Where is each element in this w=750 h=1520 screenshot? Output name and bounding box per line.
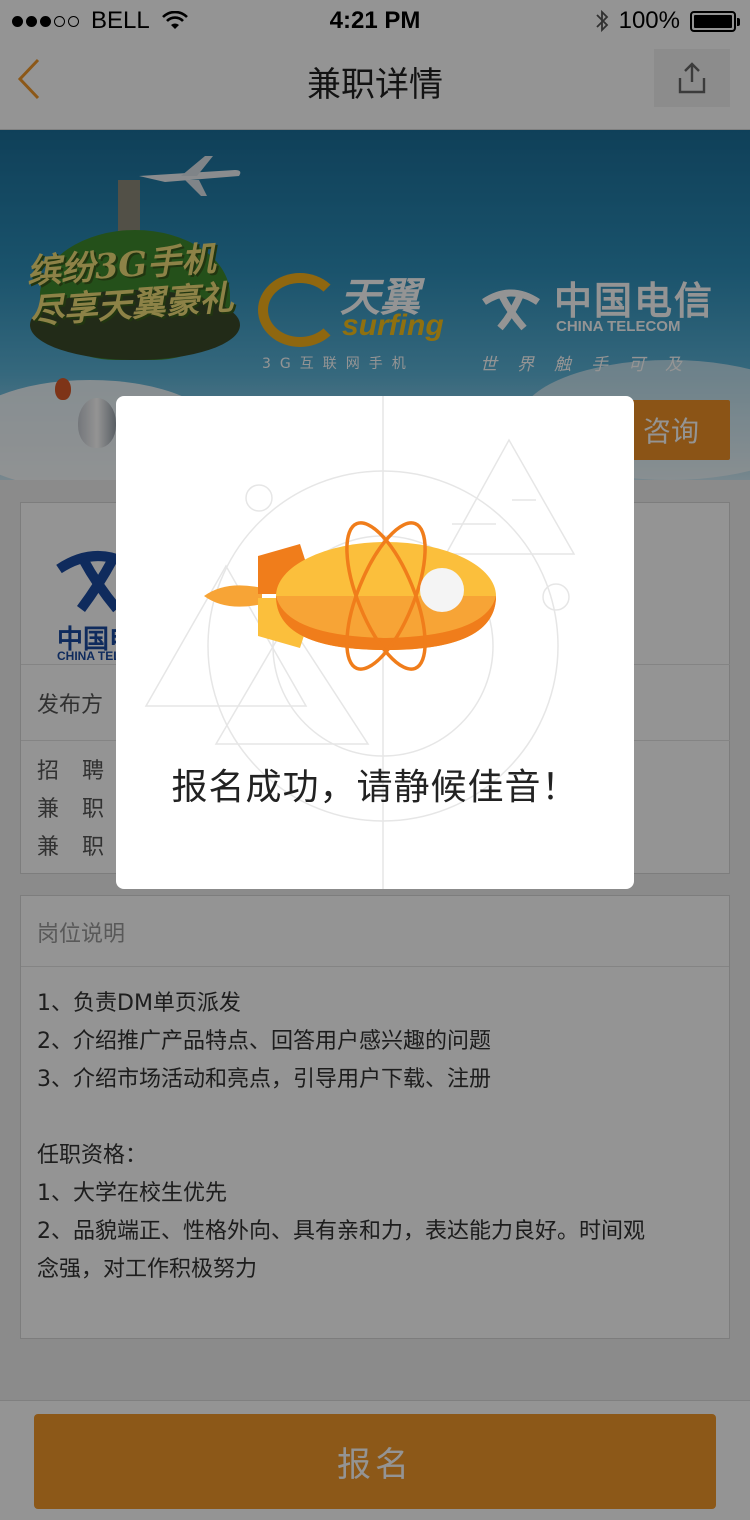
success-message: 报名成功，请静候佳音！ xyxy=(171,767,579,808)
rocket-icon xyxy=(204,521,496,671)
success-dialog[interactable]: 报名成功，请静候佳音！ xyxy=(116,396,634,889)
